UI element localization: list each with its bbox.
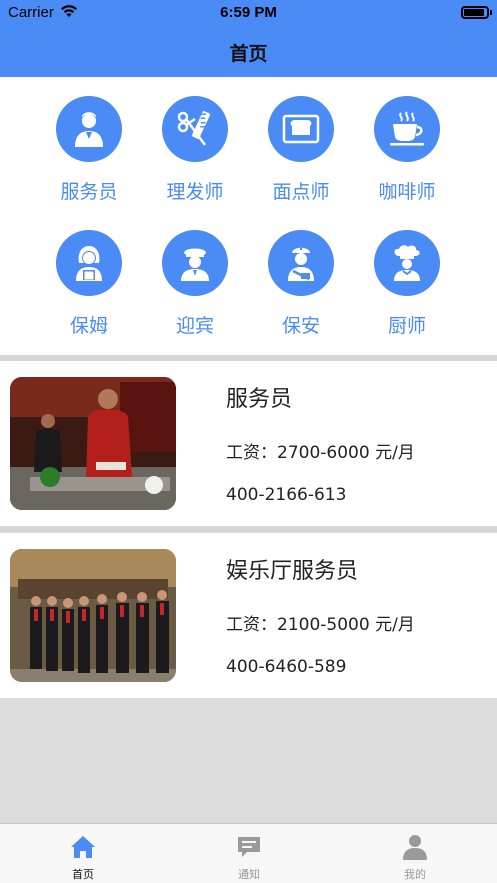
- category-chef[interactable]: 厨师: [354, 211, 460, 341]
- tab-profile[interactable]: 我的: [332, 824, 497, 883]
- status-bar: Carrier 6:59 PM: [0, 0, 497, 26]
- job-card[interactable]: 服务员 工资：2700-6000 元/月 400-2166-613: [0, 361, 497, 526]
- job-card[interactable]: 娱乐厅服务员 工资：2100-5000 元/月 400-6460-589: [0, 533, 497, 698]
- security-guard-icon: [268, 230, 334, 296]
- job-salary: 工资：2100-5000 元/月: [226, 615, 415, 635]
- clock: 6:59 PM: [220, 4, 277, 21]
- category-barber[interactable]: 理发师: [142, 77, 248, 207]
- job-photo: [10, 549, 176, 682]
- tab-bar: 首页 通知 我的: [0, 823, 497, 883]
- tab-notifications[interactable]: 通知: [166, 824, 332, 883]
- home-icon: [71, 836, 95, 858]
- job-phone[interactable]: 400-6460-589: [226, 657, 346, 677]
- job-title: 娱乐厅服务员: [226, 559, 359, 584]
- category-label: 服务员: [60, 181, 118, 203]
- job-photo: [10, 377, 176, 510]
- tab-label: 通知: [238, 868, 260, 881]
- category-label: 保姆: [69, 315, 108, 337]
- job-title: 服务员: [226, 387, 293, 412]
- category-label: 理发师: [166, 181, 224, 203]
- battery-icon: [461, 6, 492, 19]
- category-label: 保安: [281, 315, 320, 337]
- category-waiter[interactable]: 服务员: [36, 77, 142, 207]
- category-barista[interactable]: 咖啡师: [354, 77, 460, 207]
- category-label: 咖啡师: [378, 181, 436, 203]
- category-security[interactable]: 保安: [248, 211, 354, 341]
- bread-icon: [268, 96, 334, 162]
- tab-label: 我的: [404, 868, 426, 881]
- tab-label: 首页: [72, 868, 94, 881]
- person-icon: [403, 835, 427, 860]
- waiter-icon: [56, 96, 122, 162]
- category-greeter[interactable]: 迎宾: [142, 211, 248, 341]
- tab-home[interactable]: 首页: [0, 824, 166, 883]
- category-label: 厨师: [387, 315, 426, 337]
- category-label: 面点师: [272, 181, 330, 203]
- job-phone[interactable]: 400-2166-613: [226, 485, 346, 505]
- category-pastry-chef[interactable]: 面点师: [248, 77, 354, 207]
- category-label: 迎宾: [175, 315, 214, 337]
- nav-bar: 首页: [0, 26, 497, 77]
- page-title: 首页: [229, 43, 268, 65]
- comb-scissors-icon: [162, 96, 228, 162]
- chef-icon: [374, 230, 440, 296]
- nanny-icon: [56, 230, 122, 296]
- category-nanny[interactable]: 保姆: [36, 211, 142, 341]
- divider: [0, 526, 497, 532]
- coffee-cup-icon: [374, 96, 440, 162]
- greeter-icon: [162, 230, 228, 296]
- job-salary: 工资：2700-6000 元/月: [226, 443, 415, 463]
- category-grid: 服务员 理发师 面点师 咖啡师 保姆 迎宾 保安 厨师: [0, 77, 497, 355]
- message-icon: [238, 837, 260, 857]
